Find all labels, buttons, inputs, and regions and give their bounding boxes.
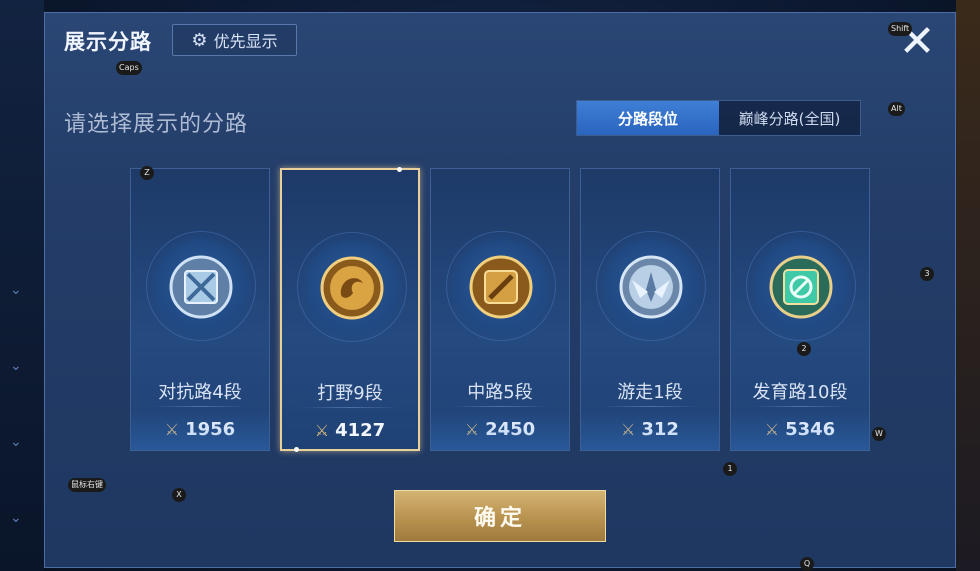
key-hint-3: 3 <box>920 267 934 281</box>
key-hint-z: Z <box>140 166 154 180</box>
tab-peak-lane-national[interactable]: 巅峰分路(全国) <box>719 101 860 135</box>
background-right-strip <box>956 0 980 571</box>
selection-corner-dot <box>397 167 402 172</box>
chevron-down-icon: ⌄ <box>10 434 22 450</box>
chevron-down-icon: ⌄ <box>10 282 22 298</box>
select-lane-prompt: 请选择展示的分路 <box>64 112 249 137</box>
key-hint-caps: Caps <box>116 61 142 75</box>
divider <box>451 406 549 407</box>
divider <box>302 407 398 408</box>
adc-emblem-icon <box>769 255 833 319</box>
key-hint-x: X <box>172 488 186 502</box>
tab-bar: 分路段位 巅峰分路(全国) <box>576 100 861 136</box>
dialog-title: 展示分路 <box>64 30 152 54</box>
divider <box>751 406 849 407</box>
score-row: ⚔ 4127 <box>282 420 418 441</box>
gear-icon: ⚙ <box>191 29 208 51</box>
chevron-down-icon: ⌄ <box>10 358 22 374</box>
top-lane-emblem-icon <box>169 255 233 319</box>
priority-display-label: 优先显示 <box>213 32 278 51</box>
support-emblem-icon <box>619 255 683 319</box>
lane-card-mid[interactable]: 中路5段 ⚔ 2450 <box>430 168 570 451</box>
jungle-emblem-icon <box>320 256 384 320</box>
key-hint-alt: Alt <box>888 102 905 116</box>
chevron-down-icon: ⌄ <box>10 510 22 526</box>
priority-display-button[interactable]: ⚙ 优先显示 <box>172 24 297 56</box>
key-hint-q: Q <box>800 557 814 571</box>
key-hint-shift: Shift <box>888 22 913 36</box>
lane-card-support[interactable]: 游走1段 ⚔ 312 <box>580 168 720 451</box>
key-hint-1: 1 <box>723 462 737 476</box>
lane-name: 中路5段 <box>467 382 533 403</box>
lane-card-jungle[interactable]: 打野9段 ⚔ 4127 <box>280 167 420 452</box>
key-hint-2: 2 <box>797 342 811 356</box>
lane-card-top[interactable]: 对抗路4段 ⚔ 1956 <box>130 168 270 451</box>
lane-card-adc[interactable]: 发育路10段 ⚔ 5346 <box>730 168 870 451</box>
key-hint-mouse-right: 鼠标右键 <box>68 478 106 492</box>
lane-name: 打野9段 <box>317 383 383 404</box>
background-left-strip: ⌄ ⌄ ⌄ ⌄ <box>0 0 44 571</box>
lane-name: 发育路10段 <box>752 382 848 403</box>
confirm-button[interactable]: 确定 <box>394 490 606 542</box>
selection-corner-dot <box>294 447 299 452</box>
card-glow <box>581 410 719 450</box>
divider <box>151 406 249 407</box>
lane-name: 游走1段 <box>617 382 683 403</box>
card-glow <box>131 410 269 450</box>
card-glow <box>731 410 869 450</box>
key-hint-w: W <box>872 427 886 441</box>
divider <box>601 406 699 407</box>
card-glow <box>431 410 569 450</box>
mid-lane-emblem-icon <box>469 255 533 319</box>
tab-lane-rank[interactable]: 分路段位 <box>577 101 719 135</box>
lane-name: 对抗路4段 <box>158 382 242 403</box>
power-icon: ⚔ <box>314 421 330 440</box>
lane-score: 4127 <box>335 420 386 441</box>
